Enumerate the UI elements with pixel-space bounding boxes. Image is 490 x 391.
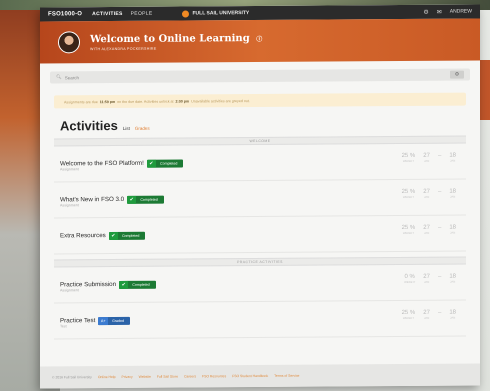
check-icon: ✔ (127, 195, 137, 204)
footer-link[interactable]: Website (139, 375, 151, 379)
notice-time: 11:59 pm (99, 99, 116, 104)
search-icon: 🔍︎ (56, 74, 62, 80)
date-separator: – (437, 188, 442, 195)
nav-activities[interactable]: ACTIVITIES (92, 11, 123, 17)
activity-type: Assignment (60, 167, 79, 172)
footer: © 2016 Full Sail University Online Help … (40, 363, 480, 389)
footer-link[interactable]: Careers (184, 374, 196, 378)
filter-settings-button[interactable]: ⚙ (450, 70, 464, 79)
activity-type: Assignment (60, 288, 79, 293)
footer-copyright: © 2016 Full Sail University (52, 375, 92, 380)
date-separator: – (437, 309, 442, 316)
footer-link[interactable]: Full Sail Store (157, 375, 178, 379)
mail-icon[interactable]: ✉ (437, 8, 442, 15)
check-icon: ✔ (108, 231, 118, 240)
view-grades-toggle[interactable]: Grades (135, 126, 150, 131)
search-input[interactable]: Search (65, 75, 79, 80)
instructor-name: WITH ALEXANDRA POCKERSHIRE (90, 46, 157, 51)
graded-badge: A+ Graded (98, 316, 131, 325)
notice-text: Assignments are due (64, 99, 98, 104)
browser-screen: FSO1000-O ACTIVITIES PEOPLE FULL SAIL UN… (40, 4, 480, 389)
weight-label: WEIGHT (404, 279, 416, 284)
notice-text: on the due date. Activities unlock at (117, 99, 174, 104)
activity-row[interactable]: Practice Submission ✔ Completed Assignmen… (54, 264, 466, 304)
user-menu[interactable]: ANDREW (450, 9, 472, 15)
status-badge: ✔ Completed (127, 195, 164, 204)
check-icon: ✔ (119, 280, 129, 289)
weight-label: WEIGHT (402, 315, 415, 321)
settings-icon[interactable]: ⚙ (423, 8, 428, 15)
start-month: JAN (423, 230, 430, 235)
instructor-avatar (58, 31, 80, 54)
footer-link[interactable]: FSO Resources (202, 374, 226, 378)
activity-row[interactable]: Practice Test A+ Graded Test 25 % WEIGHT 2… (54, 300, 466, 340)
weight-label: WEIGHT (402, 230, 415, 236)
activity-title[interactable]: Extra Resources (60, 232, 106, 239)
grade-value: A+ (98, 316, 109, 325)
activity-row[interactable]: Extra Resources ✔ Completed 25 % WEIGHT 27… (54, 215, 466, 255)
end-month: JAN (450, 279, 456, 284)
activity-row[interactable]: What's New in FSO 3.0 ✔ Completed Assignm… (54, 179, 466, 219)
brand-icon (182, 9, 190, 18)
status-badge: ✔ Completed (146, 159, 184, 168)
start-month: JAN (423, 315, 430, 320)
end-month: JAN (450, 194, 456, 199)
activity-title[interactable]: Practice Test (60, 317, 95, 324)
weight-label: WEIGHT (402, 158, 415, 164)
status-badge: ✔ Completed (108, 231, 146, 240)
nav-people[interactable]: PEOPLE (131, 11, 153, 17)
activities-heading: Activities (60, 117, 118, 134)
page-title: Welcome to Online Learning (90, 32, 250, 45)
check-icon: ✔ (146, 159, 156, 168)
end-month: JAN (450, 315, 456, 320)
view-list-toggle[interactable]: List (123, 126, 130, 131)
brand-logo[interactable]: FULL SAIL UNIVERSITY (182, 9, 250, 18)
activity-title[interactable]: Practice Submission (60, 281, 116, 288)
activity-type: Assignment (60, 203, 79, 208)
start-month: JAN (423, 194, 430, 199)
footer-link[interactable]: FSO Student Handbook (232, 374, 268, 378)
notice-time: 2:00 pm (175, 98, 190, 104)
notice-text: Unavailable activities are greyed out. (191, 98, 250, 103)
date-separator: – (437, 152, 442, 159)
weight-label: WEIGHT (402, 194, 415, 200)
search-bar[interactable]: 🔍︎ Search ⚙ (50, 68, 470, 84)
due-time-notice: Assignments are due 11:59 pm on the due … (54, 92, 466, 109)
info-icon[interactable]: ⓘ (256, 35, 262, 42)
activity-row[interactable]: Welcome to the FSO Platform! ✔ Completed … (54, 143, 466, 183)
footer-link[interactable]: Online Help (98, 375, 116, 379)
date-separator: – (437, 273, 442, 280)
activity-type: Test (60, 324, 67, 329)
start-month: JAN (423, 279, 430, 284)
activity-title[interactable]: What's New in FSO 3.0 (60, 196, 124, 203)
date-separator: – (437, 224, 442, 231)
end-month: JAN (450, 158, 456, 163)
course-selector[interactable]: FSO1000-O (48, 11, 82, 17)
start-month: JAN (423, 158, 430, 163)
status-badge: ✔ Completed (119, 280, 156, 289)
footer-link[interactable]: Terms of Service (274, 374, 299, 378)
activity-title[interactable]: Welcome to the FSO Platform! (60, 160, 144, 168)
activities-header: Activities List Grades (60, 115, 480, 133)
footer-link[interactable]: Privacy (122, 375, 133, 379)
course-banner: Welcome to Online Learning ⓘ WITH ALEXAN… (40, 18, 480, 64)
brand-name: FULL SAIL UNIVERSITY (192, 10, 250, 17)
end-month: JAN (450, 230, 456, 235)
